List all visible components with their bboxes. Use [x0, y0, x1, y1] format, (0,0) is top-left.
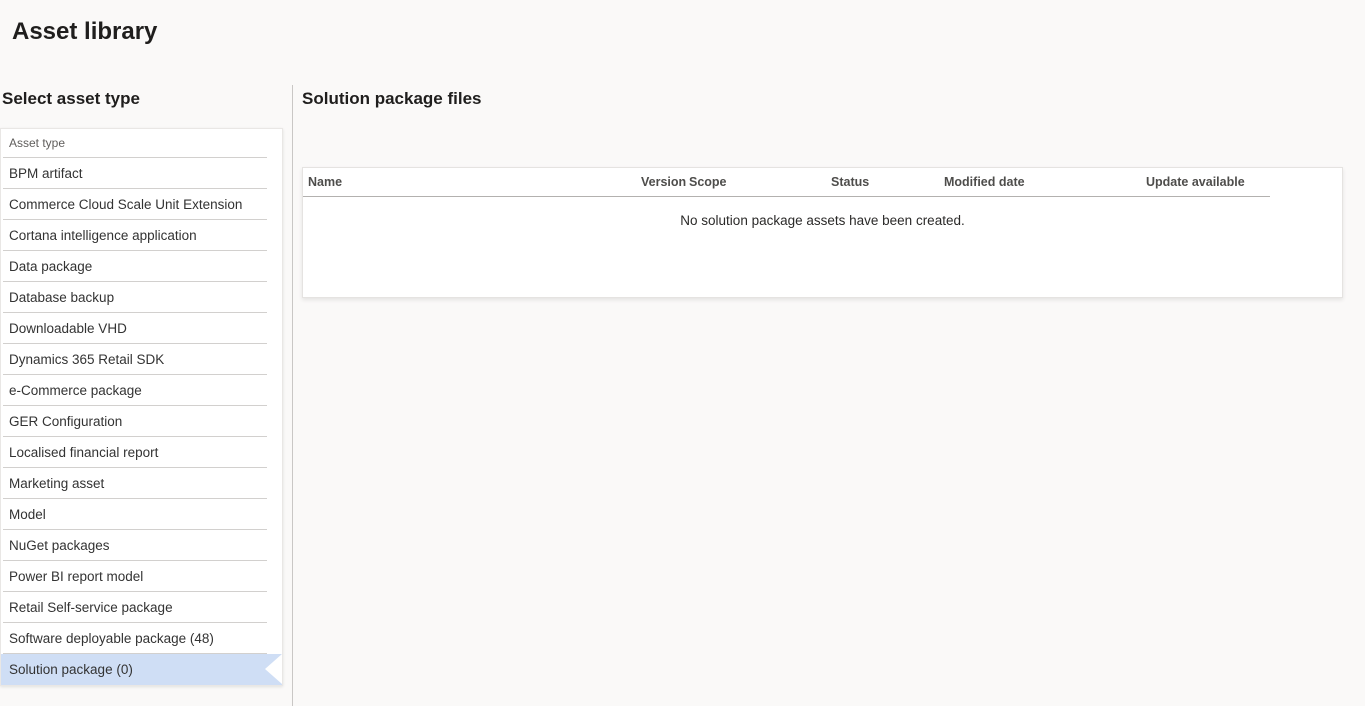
column-header-update-available: Update available	[1146, 175, 1268, 189]
asset-type-item-ger-configuration[interactable]: GER Configuration	[1, 406, 282, 437]
asset-type-item-data-package[interactable]: Data package	[1, 251, 282, 282]
column-header-scope: Scope	[689, 175, 831, 189]
asset-type-item-cortana-intelligence-application[interactable]: Cortana intelligence application	[1, 220, 282, 251]
asset-type-item-retail-self-service-package[interactable]: Retail Self-service package	[1, 592, 282, 623]
asset-type-item-marketing-asset[interactable]: Marketing asset	[1, 468, 282, 499]
column-header-name: Name	[308, 175, 641, 189]
table-header-row: Name Version Scope Status Modified date …	[303, 168, 1270, 197]
asset-type-item-software-deployable-package[interactable]: Software deployable package (48)	[1, 623, 282, 654]
column-header-modified-date: Modified date	[944, 175, 1146, 189]
page-title: Asset library	[12, 18, 157, 46]
empty-table-message: No solution package assets have been cre…	[303, 213, 1342, 228]
solution-package-files-panel: Solution package files IMPORT VERSIONS N…	[302, 85, 1365, 706]
asset-type-item-solution-package[interactable]: Solution package (0)	[1, 654, 282, 685]
asset-type-panel: Select asset type Asset type BPM artifac…	[0, 85, 293, 706]
asset-type-item-nuget-packages[interactable]: NuGet packages	[1, 530, 282, 561]
column-header-status: Status	[831, 175, 944, 189]
asset-type-item-database-backup[interactable]: Database backup	[1, 282, 282, 313]
asset-type-list: Asset type BPM artifact Commerce Cloud S…	[0, 128, 283, 686]
asset-type-panel-title: Select asset type	[2, 89, 140, 109]
asset-type-item-model[interactable]: Model	[1, 499, 282, 530]
asset-type-item-bpm-artifact[interactable]: BPM artifact	[1, 158, 282, 189]
files-panel-title: Solution package files	[302, 89, 482, 109]
asset-type-item-dynamics-365-retail-sdk[interactable]: Dynamics 365 Retail SDK	[1, 344, 282, 375]
asset-type-item-power-bi-report-model[interactable]: Power BI report model	[1, 561, 282, 592]
asset-type-item-commerce-cloud-scale-unit-extension[interactable]: Commerce Cloud Scale Unit Extension	[1, 189, 282, 220]
asset-type-item-localised-financial-report[interactable]: Localised financial report	[1, 437, 282, 468]
asset-type-item-downloadable-vhd[interactable]: Downloadable VHD	[1, 313, 282, 344]
asset-type-list-header: Asset type	[1, 129, 282, 158]
column-header-version: Version	[641, 175, 689, 189]
solution-package-files-table: Name Version Scope Status Modified date …	[302, 167, 1343, 298]
asset-type-item-e-commerce-package[interactable]: e-Commerce package	[1, 375, 282, 406]
